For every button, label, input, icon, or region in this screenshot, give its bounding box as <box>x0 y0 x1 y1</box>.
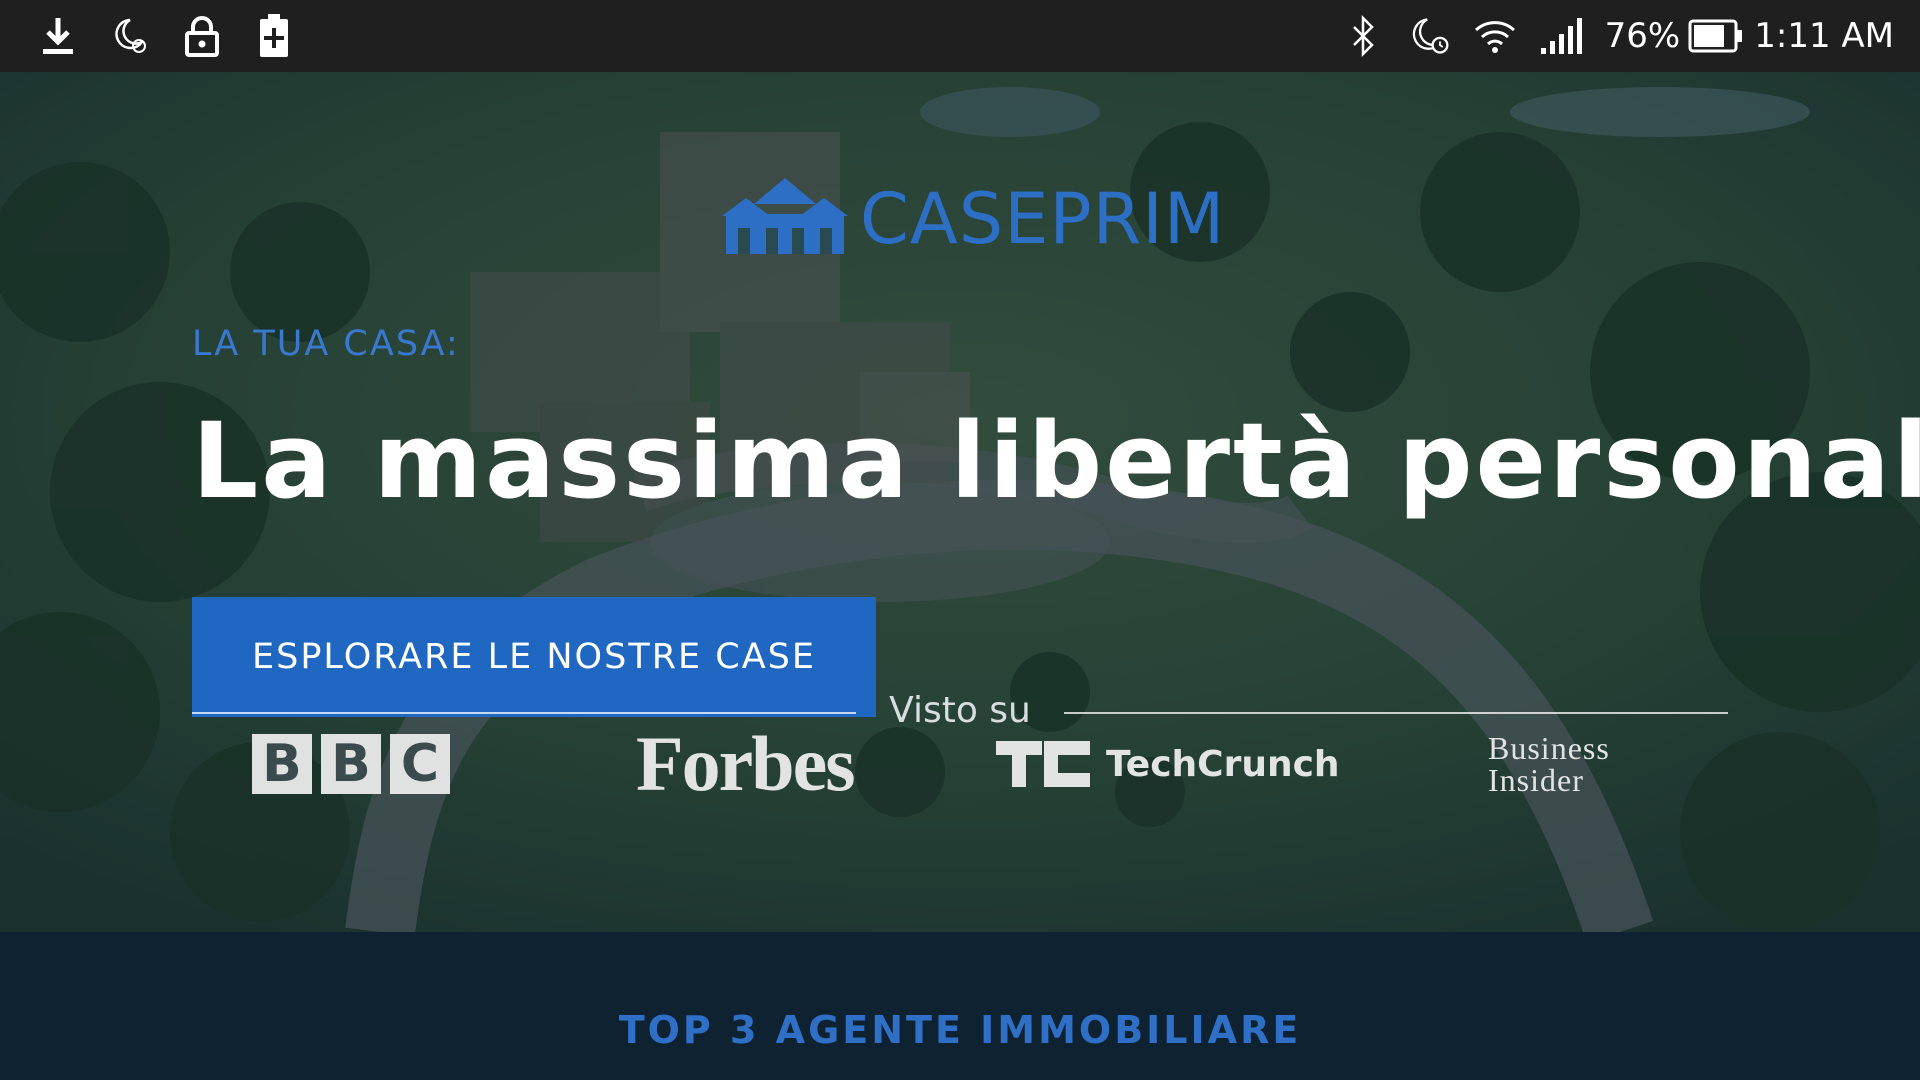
hero-section: CASEPRIM LA TUA CASA: La massima libertà… <box>0 72 1920 932</box>
bbc-logo: B B C <box>252 718 459 810</box>
bluetooth-icon <box>1341 14 1385 58</box>
download-icon <box>36 14 80 58</box>
houses-logo-icon <box>722 178 848 254</box>
status-bar-left <box>36 14 324 58</box>
status-bar-right: 76% 1:11 AM <box>1341 14 1894 58</box>
clock: 1:11 AM <box>1754 16 1894 56</box>
divider-left <box>192 712 856 714</box>
brand-name: CASEPRIM <box>860 178 1226 260</box>
explore-homes-button[interactable]: ESPLORARE LE NOSTRE CASE <box>192 597 876 717</box>
status-bar: 76% 1:11 AM <box>0 0 1920 72</box>
signal-icon <box>1539 14 1583 58</box>
agents-section: TOP 3 AGENTE IMMOBILIARE <box>0 932 1920 1080</box>
business-insider-line: Business <box>1488 730 1610 766</box>
techcrunch-logo: TechCrunch <box>996 718 1340 810</box>
battery-percent: 76% <box>1604 16 1681 56</box>
hero-eyebrow: LA TUA CASA: <box>192 324 460 364</box>
techcrunch-mark-icon <box>996 741 1090 787</box>
techcrunch-wordmark: TechCrunch <box>1106 743 1340 785</box>
lock-icon <box>180 14 224 58</box>
forbes-logo: Forbes <box>636 720 856 807</box>
battery-plus-icon <box>252 14 296 58</box>
brand-logo[interactable]: CASEPRIM <box>716 174 1225 264</box>
battery-icon <box>1688 14 1744 58</box>
divider-right <box>1064 712 1728 714</box>
bbc-letter: B <box>252 734 312 794</box>
business-insider-line: Insider <box>1488 762 1584 798</box>
section-title: TOP 3 AGENTE IMMOBILIARE <box>618 1008 1302 1052</box>
do-not-disturb-alarm-icon <box>1407 14 1451 58</box>
do-not-disturb-alarm-icon <box>108 14 152 58</box>
bbc-letter: C <box>390 734 450 794</box>
bbc-letter: B <box>321 734 381 794</box>
business-insider-logo: Business Insider <box>1488 718 1610 810</box>
wifi-icon <box>1473 14 1517 58</box>
hero-headline: La massima libertà personale <box>192 400 1920 522</box>
